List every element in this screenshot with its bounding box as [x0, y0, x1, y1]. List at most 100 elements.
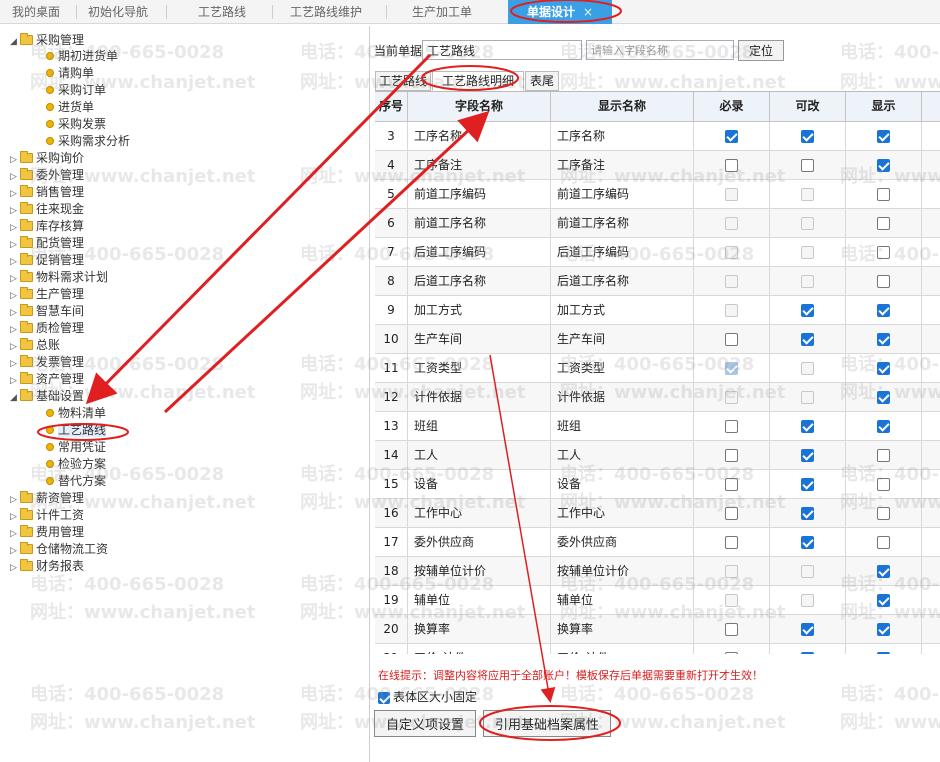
editable-checkbox[interactable]	[801, 159, 814, 172]
visible-checkbox[interactable]	[877, 420, 890, 433]
required-checkbox[interactable]	[725, 130, 738, 143]
required-checkbox[interactable]	[725, 507, 738, 520]
editable-checkbox[interactable]	[801, 536, 814, 549]
visible-checkbox[interactable]	[877, 507, 890, 520]
display-name-cell[interactable]: 工资类型	[551, 354, 694, 382]
tree-leaf[interactable]: 采购订单	[46, 82, 106, 99]
display-name-cell[interactable]: 前道工序名称	[551, 209, 694, 237]
visible-checkbox[interactable]	[877, 159, 890, 172]
tree-node[interactable]: ▷ 发票管理	[10, 354, 84, 371]
tree-node[interactable]: ▷ 促销管理	[10, 252, 84, 269]
column-header-editable[interactable]: 可改	[770, 92, 846, 122]
table-row[interactable]: 12 计件依据 计件依据	[375, 383, 940, 412]
tab-process-route-maint[interactable]: 工艺路线维护	[290, 0, 362, 24]
tree-leaf[interactable]: 进货单	[46, 99, 94, 116]
display-name-cell[interactable]: 计件依据	[551, 383, 694, 411]
required-checkbox[interactable]	[725, 420, 738, 433]
display-name-cell[interactable]: 班组	[551, 412, 694, 440]
column-header-visible[interactable]: 显示	[846, 92, 922, 122]
tree-node[interactable]: ▷ 资产管理	[10, 371, 84, 388]
table-row[interactable]: 8 后道工序名称 后道工序名称	[375, 267, 940, 296]
tab-production-order[interactable]: 生产加工单	[412, 0, 472, 24]
table-row[interactable]: 11 工资类型 工资类型	[375, 354, 940, 383]
visible-checkbox[interactable]	[877, 536, 890, 549]
editable-checkbox[interactable]	[801, 623, 814, 636]
fix-size-option[interactable]: 表体区大小固定	[378, 688, 477, 705]
subtab-footer[interactable]: 表尾	[525, 71, 559, 91]
required-checkbox[interactable]	[725, 478, 738, 491]
tree-node-basic-settings[interactable]: ◢ 基础设置	[10, 388, 84, 405]
visible-checkbox[interactable]	[877, 623, 890, 636]
visible-checkbox[interactable]	[877, 362, 890, 375]
editable-checkbox[interactable]	[801, 333, 814, 346]
editable-checkbox[interactable]	[801, 449, 814, 462]
table-row[interactable]: 4 工序备注 工序备注	[375, 151, 940, 180]
display-name-cell[interactable]: 前道工序编码	[551, 180, 694, 208]
table-row[interactable]: 15 设备 设备	[375, 470, 940, 499]
editable-checkbox[interactable]	[801, 304, 814, 317]
visible-checkbox[interactable]	[877, 333, 890, 346]
tree-node[interactable]: ▷ 费用管理	[10, 524, 84, 541]
tree-leaf[interactable]: 常用凭证	[46, 439, 106, 456]
display-name-cell[interactable]: 设备	[551, 470, 694, 498]
visible-checkbox[interactable]	[877, 188, 890, 201]
tab-init-nav[interactable]: 初始化导航	[88, 0, 148, 24]
locate-button[interactable]: 定位	[738, 40, 784, 61]
column-header-required[interactable]: 必录	[694, 92, 770, 122]
tree-leaf[interactable]: 物料清单	[46, 405, 106, 422]
display-name-cell[interactable]: 工序备注	[551, 151, 694, 179]
table-row[interactable]: 5 前道工序编码 前道工序编码	[375, 180, 940, 209]
visible-checkbox[interactable]	[877, 275, 890, 288]
tree-leaf[interactable]: 请购单	[46, 65, 94, 82]
required-checkbox[interactable]	[725, 159, 738, 172]
tree-node[interactable]: ▷ 生产管理	[10, 286, 84, 303]
table-row[interactable]: 6 前道工序名称 前道工序名称	[375, 209, 940, 238]
subtab-process-route[interactable]: 工艺路线	[375, 71, 431, 91]
column-header-display-name[interactable]: 显示名称	[551, 92, 694, 122]
tree-node[interactable]: ▷ 计件工资	[10, 507, 84, 524]
table-row[interactable]: 13 班组 班组	[375, 412, 940, 441]
tree-node[interactable]: ▷ 往来现金	[10, 201, 84, 218]
display-name-cell[interactable]: 加工方式	[551, 296, 694, 324]
tree-node[interactable]: ▷ 配货管理	[10, 235, 84, 252]
required-checkbox[interactable]	[725, 652, 738, 654]
tab-my-desktop[interactable]: 我的桌面	[12, 0, 60, 24]
visible-checkbox[interactable]	[877, 565, 890, 578]
display-name-cell[interactable]: 工序名称	[551, 122, 694, 150]
subtab-process-route-detail[interactable]: 工艺路线明细	[432, 71, 524, 91]
custom-items-button[interactable]: 自定义项设置	[374, 710, 476, 737]
visible-checkbox[interactable]	[877, 652, 890, 654]
visible-checkbox[interactable]	[877, 594, 890, 607]
tree-leaf[interactable]: 替代方案	[46, 473, 106, 490]
display-name-cell[interactable]: 工作中心	[551, 499, 694, 527]
tree-expand-icon[interactable]: ◢	[10, 34, 20, 51]
close-icon[interactable]: ×	[583, 5, 593, 19]
editable-checkbox[interactable]	[801, 478, 814, 491]
table-row[interactable]: 10 生产车间 生产车间	[375, 325, 940, 354]
editable-checkbox[interactable]	[801, 507, 814, 520]
display-name-cell[interactable]: 工人	[551, 441, 694, 469]
required-checkbox[interactable]	[725, 449, 738, 462]
column-header-field-name[interactable]: 字段名称	[408, 92, 551, 122]
tree-node[interactable]: ▷ 质检管理	[10, 320, 84, 337]
table-row[interactable]: 18 按辅单位计价 按辅单位计价	[375, 557, 940, 586]
visible-checkbox[interactable]	[877, 391, 890, 404]
tab-document-design[interactable]: 单据设计 ×	[508, 0, 612, 24]
display-name-cell[interactable]: 生产车间	[551, 325, 694, 353]
required-checkbox[interactable]	[725, 623, 738, 636]
tree-leaf[interactable]: 采购发票	[46, 116, 106, 133]
required-checkbox[interactable]	[725, 536, 738, 549]
table-row[interactable]: 19 辅单位 辅单位	[375, 586, 940, 615]
table-row[interactable]: 16 工作中心 工作中心	[375, 499, 940, 528]
tree-collapse-icon[interactable]: ▷	[10, 560, 20, 577]
visible-checkbox[interactable]	[877, 130, 890, 143]
tree-node[interactable]: ▷ 智慧车间	[10, 303, 84, 320]
tab-process-route[interactable]: 工艺路线	[198, 0, 246, 24]
tree-node[interactable]: ▷ 销售管理	[10, 184, 84, 201]
tree-leaf[interactable]: 采购需求分析	[46, 133, 130, 150]
visible-checkbox[interactable]	[877, 217, 890, 230]
current-document-field[interactable]	[422, 40, 582, 60]
table-row[interactable]: 17 委外供应商 委外供应商	[375, 528, 940, 557]
tree-leaf-process-route[interactable]: 工艺路线	[46, 422, 107, 439]
visible-checkbox[interactable]	[877, 246, 890, 259]
